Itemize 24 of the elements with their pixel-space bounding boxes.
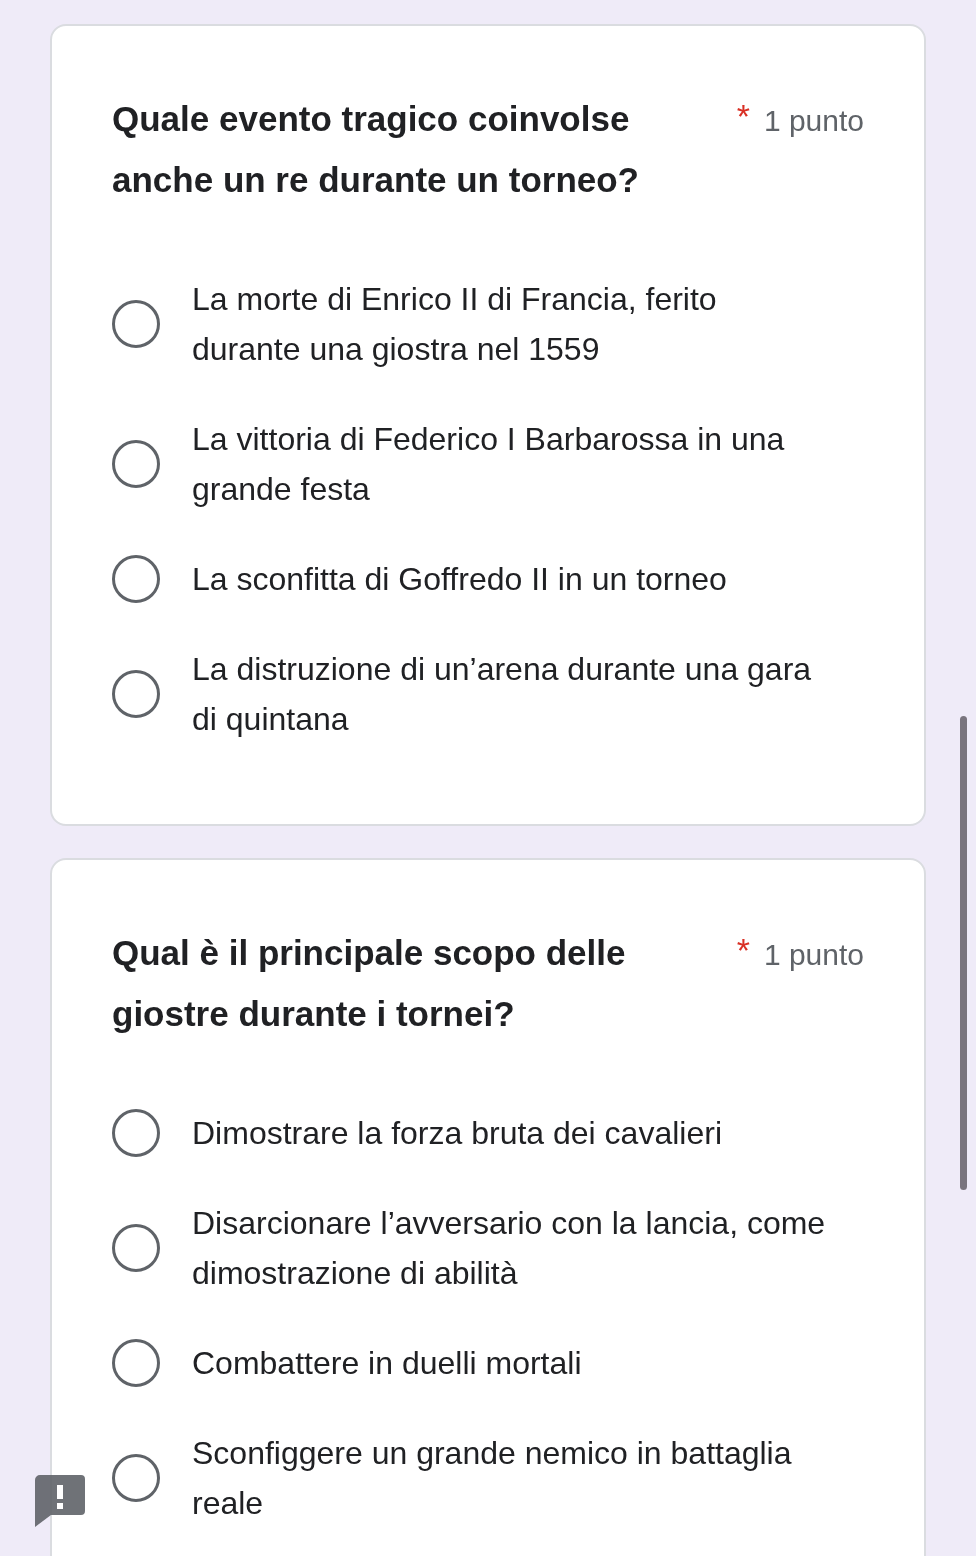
points-label: 1 punto	[763, 103, 864, 139]
scrollbar[interactable]	[960, 716, 967, 1190]
option-label: La vittoria di Federico I Barbarossa in una grande festa	[192, 420, 786, 509]
option-label: La sconfitta di Goffredo II in un torneo	[192, 560, 728, 599]
radio-button[interactable]	[112, 670, 160, 718]
option-label: Sconfiggere un grande nemico in battaglia reale	[192, 1434, 793, 1523]
option-label: Disarcionare l’avversario con la lancia, come dimostrazione di abilità	[192, 1204, 827, 1293]
required-asterisk: *	[736, 930, 750, 970]
radio-button[interactable]	[112, 1224, 160, 1272]
question-title: Qual è il principale scopo delle giostre durante i tornei?	[112, 932, 627, 1035]
points-label: 1 punto	[763, 937, 864, 973]
radio-button[interactable]	[112, 1109, 160, 1157]
required-asterisk: *	[736, 96, 750, 136]
question-title: Quale evento tragico coinvolse anche un re durante un torneo?	[112, 98, 640, 201]
feedback-icon[interactable]	[35, 1475, 87, 1527]
radio-button[interactable]	[112, 440, 160, 488]
radio-button[interactable]	[112, 1339, 160, 1387]
radio-button[interactable]	[112, 555, 160, 603]
option-label: Combattere in duelli mortali	[192, 1344, 583, 1383]
option-label: Dimostrare la forza bruta dei cavalieri	[192, 1114, 723, 1153]
option-label: La morte di Enrico II di Francia, ferito durante una giostra nel 1559	[192, 280, 718, 369]
radio-button[interactable]	[112, 1454, 160, 1502]
option-label: La distruzione di un’arena durante una gara di quintana	[192, 650, 813, 739]
radio-button[interactable]	[112, 300, 160, 348]
